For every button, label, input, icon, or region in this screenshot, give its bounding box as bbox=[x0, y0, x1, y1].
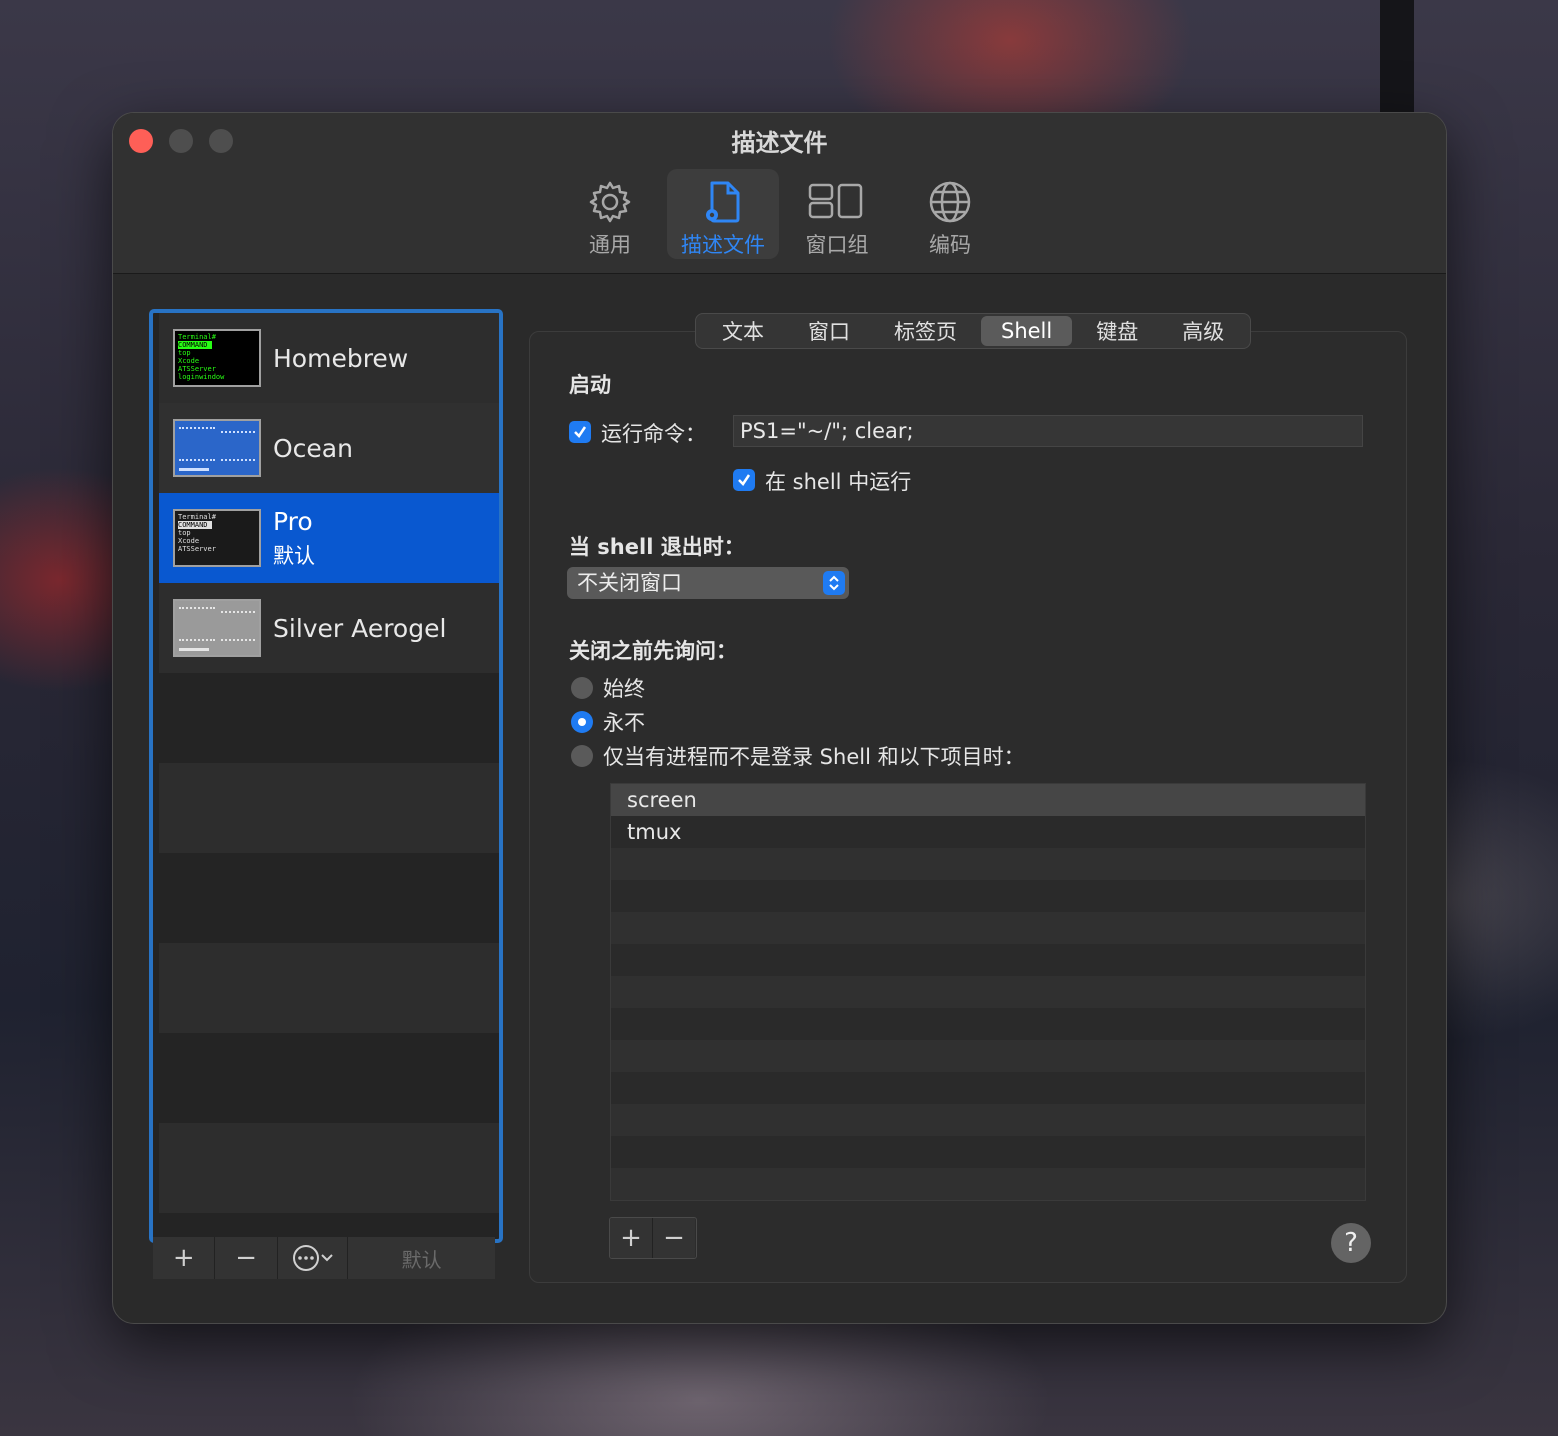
thumb-line: COMMAND bbox=[178, 341, 212, 349]
profile-list[interactable]: Terminal# COMMAND top Xcode ATSServer lo… bbox=[149, 309, 503, 1243]
on-exit-select-value: 不关闭窗口 bbox=[577, 571, 682, 595]
toolbar-encoding-label: 编码 bbox=[929, 233, 971, 257]
checkmark-icon bbox=[574, 426, 587, 438]
profile-thumbnail bbox=[173, 419, 261, 477]
remove-profile-button[interactable]: − bbox=[215, 1237, 278, 1279]
checkmark-icon bbox=[738, 474, 751, 486]
toolbar-window-groups-label: 窗口组 bbox=[805, 233, 869, 257]
thumb-line: top bbox=[178, 529, 191, 537]
profile-thumbnail bbox=[173, 599, 261, 657]
profile-item-pro[interactable]: Terminal# COMMAND top Xcode ATSServer Pr… bbox=[159, 493, 499, 583]
run-in-shell-checkbox[interactable] bbox=[733, 469, 755, 491]
run-command-label: 运行命令： bbox=[601, 422, 706, 446]
list-stripe bbox=[159, 853, 499, 943]
toolbar-encoding[interactable]: 编码 bbox=[894, 169, 1006, 259]
titlebar: 描述文件 通用 描述文件 窗口组 编码 bbox=[113, 113, 1446, 274]
list-empty-row bbox=[611, 1072, 1365, 1104]
profile-name: Pro bbox=[273, 506, 313, 536]
toolbar-general[interactable]: 通用 bbox=[554, 169, 666, 259]
thumb-line: Xcode bbox=[178, 357, 200, 365]
profile-thumbnail: Terminal# COMMAND top Xcode ATSServer lo… bbox=[173, 329, 261, 387]
tab-text[interactable]: 文本 bbox=[702, 316, 784, 346]
window-group-icon bbox=[808, 183, 863, 219]
default-badge: 默认 bbox=[273, 543, 315, 568]
profile-document-icon bbox=[706, 181, 740, 223]
globe-icon bbox=[929, 181, 971, 223]
toolbar-window-groups[interactable]: 窗口组 bbox=[781, 169, 893, 259]
thumb-line: ATSServer bbox=[178, 545, 216, 553]
list-stripe bbox=[159, 1123, 499, 1213]
thumb-line: COMMAND bbox=[178, 521, 212, 529]
thumb-line: ATSServer bbox=[178, 365, 216, 373]
list-item[interactable]: tmux bbox=[611, 816, 1365, 848]
ask-always-label: 始终 bbox=[603, 677, 645, 701]
thumb-line: Xcode bbox=[178, 537, 200, 545]
list-empty-row bbox=[611, 1136, 1365, 1168]
tab-tabs[interactable]: 标签页 bbox=[874, 316, 977, 346]
list-empty-row bbox=[611, 1040, 1365, 1072]
ask-never-radio[interactable] bbox=[571, 711, 593, 733]
list-item[interactable]: screen bbox=[611, 784, 1365, 816]
list-empty-row bbox=[611, 944, 1365, 976]
tab-window[interactable]: 窗口 bbox=[788, 316, 870, 346]
remove-process-button[interactable]: − bbox=[653, 1218, 695, 1258]
preferences-window: 描述文件 通用 描述文件 窗口组 编码 Terminal# COMMAND to… bbox=[112, 112, 1447, 1324]
help-button[interactable]: ? bbox=[1331, 1223, 1371, 1263]
profile-name: Ocean bbox=[273, 433, 353, 463]
ellipsis-circle-icon bbox=[292, 1245, 319, 1271]
list-empty-row bbox=[611, 1008, 1365, 1040]
list-stripe bbox=[159, 943, 499, 1033]
process-list-buttons: + − bbox=[609, 1217, 697, 1259]
run-in-shell-label: 在 shell 中运行 bbox=[765, 470, 912, 494]
list-empty-row bbox=[611, 1168, 1365, 1200]
toolbar-profiles[interactable]: 描述文件 bbox=[667, 169, 779, 259]
window-title: 描述文件 bbox=[731, 129, 828, 157]
list-stripe bbox=[159, 673, 499, 763]
profile-name: Homebrew bbox=[273, 343, 409, 373]
ask-always-radio[interactable] bbox=[571, 677, 593, 699]
gear-icon bbox=[589, 181, 631, 223]
settings-tabs: 文本 窗口 标签页 Shell 键盘 高级 bbox=[695, 313, 1252, 349]
toolbar-general-label: 通用 bbox=[589, 233, 631, 257]
profile-name: Silver Aerogel bbox=[273, 613, 447, 643]
chevron-down-icon bbox=[320, 1254, 333, 1262]
list-empty-row bbox=[611, 912, 1365, 944]
tab-keyboard[interactable]: 键盘 bbox=[1076, 316, 1158, 346]
ask-processes-radio[interactable] bbox=[571, 745, 593, 767]
on-exit-select[interactable]: 不关闭窗口 bbox=[567, 567, 849, 599]
profile-item-silver-aerogel[interactable]: Silver Aerogel bbox=[159, 583, 499, 673]
list-stripe bbox=[159, 1033, 499, 1123]
add-profile-button[interactable]: + bbox=[153, 1237, 216, 1279]
startup-heading: 启动 bbox=[569, 373, 611, 397]
run-command-input[interactable]: PS1="~/"; clear; bbox=[733, 415, 1363, 447]
ask-never-label: 永不 bbox=[603, 711, 645, 735]
thumb-line: top bbox=[178, 349, 191, 357]
profile-actions-button[interactable] bbox=[277, 1237, 349, 1279]
profile-list-buttons: + − 默认 bbox=[153, 1237, 495, 1279]
thumb-line: Terminal# bbox=[178, 513, 216, 521]
add-process-button[interactable]: + bbox=[610, 1218, 653, 1258]
profile-thumbnail: Terminal# COMMAND top Xcode ATSServer bbox=[173, 509, 261, 567]
chevron-up-down-icon bbox=[823, 571, 845, 595]
thumb-line: loginwindow bbox=[178, 373, 225, 381]
toolbar-profiles-label: 描述文件 bbox=[681, 233, 765, 257]
profile-item-ocean[interactable]: Ocean bbox=[159, 403, 499, 493]
thumb-line: Terminal# bbox=[178, 333, 216, 341]
list-empty-row bbox=[611, 848, 1365, 880]
tab-advanced[interactable]: 高级 bbox=[1162, 316, 1244, 346]
process-list[interactable]: screen tmux bbox=[610, 783, 1366, 1201]
on-exit-heading: 当 shell 退出时： bbox=[569, 535, 745, 559]
set-default-button[interactable]: 默认 bbox=[348, 1237, 495, 1279]
list-empty-row bbox=[611, 976, 1365, 1008]
list-stripe bbox=[159, 763, 499, 853]
list-empty-row bbox=[611, 880, 1365, 912]
run-command-checkbox[interactable] bbox=[569, 421, 591, 443]
ask-processes-label: 仅当有进程而不是登录 Shell 和以下项目时： bbox=[603, 745, 1025, 769]
tab-shell[interactable]: Shell bbox=[981, 316, 1073, 346]
profile-item-homebrew[interactable]: Terminal# COMMAND top Xcode ATSServer lo… bbox=[159, 313, 499, 403]
ask-before-close-heading: 关闭之前先询问： bbox=[569, 639, 737, 663]
list-empty-row bbox=[611, 1104, 1365, 1136]
